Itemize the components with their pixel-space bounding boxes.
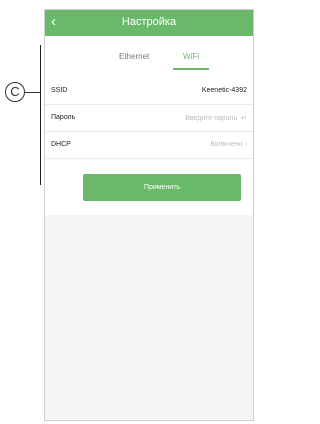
password-label: Пароль (51, 114, 76, 121)
dhcp-value-group: Включено › (210, 141, 247, 148)
ssid-label: SSID (51, 87, 68, 94)
page-title: Настройка (121, 16, 177, 28)
chevron-right-icon: › (244, 141, 247, 148)
tab-ethernet[interactable]: Ethernet (119, 52, 149, 61)
settings-panel: Ethernet WiFi SSID Keenetic-4392 Пароль … (45, 36, 253, 215)
password-placeholder: Введите пароль (185, 115, 238, 122)
tab-bar: Ethernet WiFi (45, 36, 253, 78)
dhcp-label: DHCP (51, 141, 71, 148)
password-input[interactable]: Введите пароль ↵ (185, 114, 247, 122)
dhcp-value: Включено (210, 141, 243, 148)
apply-area: Применить (45, 159, 253, 215)
apply-button[interactable]: Применить (83, 174, 241, 201)
active-tab-indicator (173, 68, 209, 70)
keyboard-return-icon: ↵ (241, 115, 247, 122)
ssid-value: Keenetic-4392 (201, 87, 247, 94)
app-header: ‹ Настройка (45, 10, 253, 36)
tab-wifi[interactable]: WiFi (183, 52, 199, 61)
ssid-row: SSID Keenetic-4392 (45, 78, 253, 105)
annotation-leader-line (25, 92, 40, 93)
annotation-bracket (40, 45, 41, 185)
password-row[interactable]: Пароль Введите пароль ↵ (45, 105, 253, 132)
dhcp-row[interactable]: DHCP Включено › (45, 132, 253, 159)
annotation-marker: C (5, 82, 25, 102)
phone-screen: ‹ Настройка Ethernet WiFi SSID Keenetic-… (44, 9, 254, 421)
